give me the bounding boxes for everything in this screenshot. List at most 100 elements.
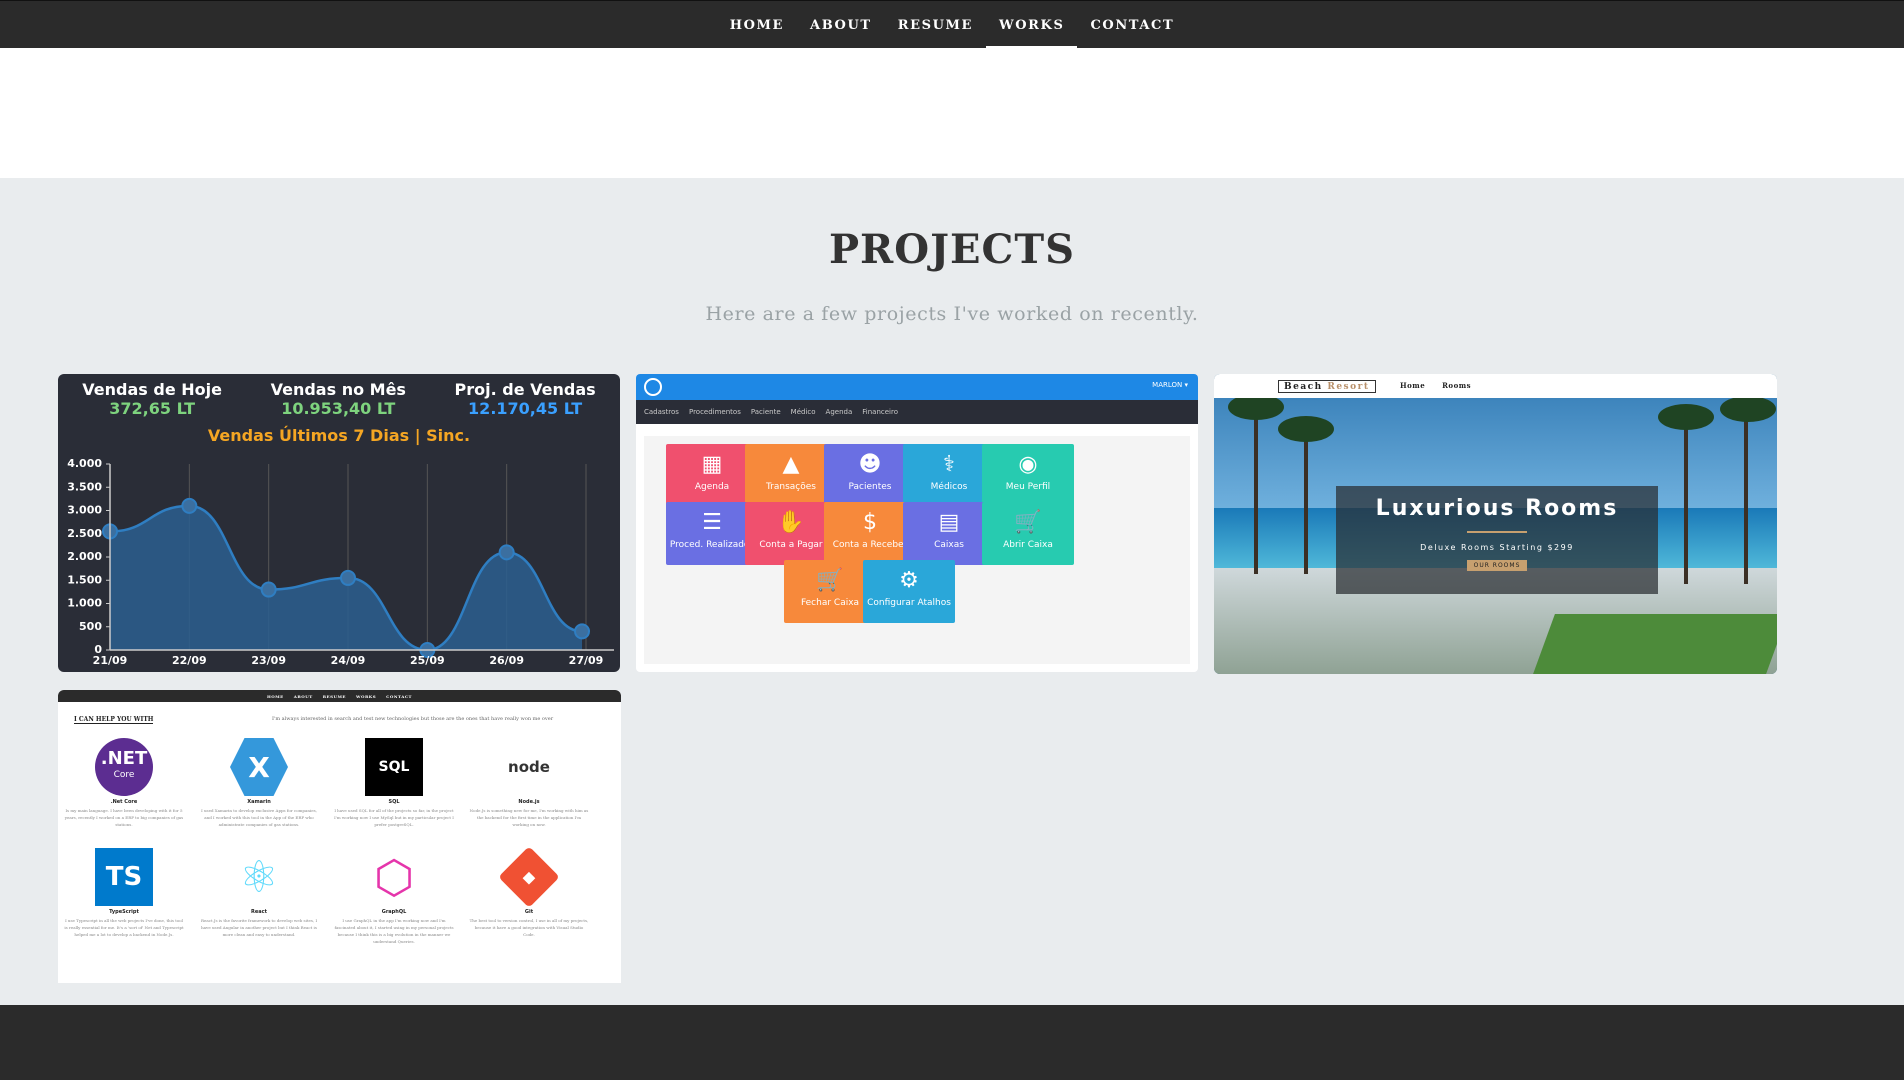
skill-name: Git [524,909,534,915]
skill-logo-text: TS [105,862,143,892]
dashboard-stats: Vendas de Hoje 372,65 LT Vendas no Mês 1… [58,380,620,418]
page-footer [0,1005,1904,1080]
skill-description: I have used SQL for all of the projects … [334,808,454,827]
x-tick-label: 21/09 [93,654,128,667]
stat-today: Vendas de Hoje 372,65 LT [82,380,222,418]
cart-icon: 🛒 [1014,510,1042,535]
git-icon: ◆ [498,846,560,908]
nav-item-home[interactable]: HOME [717,1,797,49]
skill-logo-text: SQL [378,759,410,775]
skill-item: SQL SQL I have used SQL for all of the pro… [334,738,454,828]
nav-link[interactable]: WORKS [999,18,1064,33]
admin-menu-item: Paciente [750,408,781,416]
hero-divider [1467,531,1527,533]
skill-item: .NET Core .Net Core Is my main language. I … [64,738,184,828]
skills-menu-item: RESUME [322,693,346,699]
y-tick-label: 3.000 [67,504,102,517]
admin-menu-item: Cadastros [644,408,679,416]
skill-name: TypeScript [109,909,139,915]
admin-topbar: MARLON ▾ [636,374,1198,400]
skill-item: TS TypeScript I use Typescript in all the … [64,848,184,938]
admin-user-menu: MARLON ▾ [1152,381,1188,389]
nav-item-resume[interactable]: RESUME [885,1,986,49]
palm-tree [1684,414,1688,584]
project-card-clinic-admin[interactable]: MARLON ▾ Cadastros Procedimentos Paciente M… [636,374,1198,672]
skill-description: I use GraphQL in the app I'm working now… [334,918,454,944]
nav-link[interactable]: CONTACT [1090,18,1174,33]
data-point [181,497,198,514]
admin-logo-icon [644,378,662,396]
resort-logo: Beach Resort [1278,380,1376,393]
y-tick-label: 500 [79,620,102,633]
header-spacer [0,48,1904,178]
data-point [498,544,515,561]
skills-menubar: HOME ABOUT RESUME WORKS CONTACT [58,690,621,702]
x-tick-label: 24/09 [331,654,366,667]
admin-menu-item: Procedimentos [688,408,741,416]
resort-header: Beach Resort Home Rooms [1214,374,1777,398]
skill-logo-text: ⚛ [239,851,279,903]
project-card-beach-resort[interactable]: Beach Resort Home Rooms Luxurious Rooms … [1214,374,1777,674]
y-tick-label: 2.500 [67,527,102,540]
skill-item: ⚛ React React.Js is the favorite framework… [199,848,319,938]
project-card-sales-dashboard[interactable]: Vendas de Hoje 372,65 LT Vendas no Mês 1… [58,374,620,672]
hero-grass [1533,614,1777,674]
nav-link[interactable]: RESUME [898,18,973,33]
x-tick-label: 27/09 [569,654,604,667]
admin-tile-label: Abrir Caixa [1003,540,1053,550]
stat-label: Vendas de Hoje [82,380,222,399]
y-tick-label: 4.000 [67,457,102,470]
stat-value: 372,65 LT [109,399,196,418]
typescript-icon: TS [95,848,153,906]
skill-description: Is my main language. I have been develop… [64,808,184,827]
skill-name: React [251,909,267,915]
admin-tile: ⚙ Configurar Atalhos [863,560,955,623]
hero-heading: Luxurious Rooms [1375,496,1619,521]
project-card-portfolio-skills[interactable]: HOME ABOUT RESUME WORKS CONTACT I CAN HELP Y… [58,690,621,983]
x-tick-label: 23/09 [251,654,286,667]
skill-name: Node.js [518,799,540,805]
xamarin-icon: X [230,738,288,796]
y-tick-label: 1.000 [67,597,102,610]
react-icon: ⚛ [230,848,288,906]
stat-label: Proj. de Vendas [454,380,596,399]
skills-menu-item: WORKS [355,693,377,699]
graphql-icon: ⬡ [365,848,423,906]
admin-tiles-panel: ▦ Agenda ▲ Transações ☻ Pacientes ⚕ Médicos ◉ Meu… [644,436,1190,664]
data-point [574,623,591,640]
admin-menu-item: Agenda [825,408,853,416]
nav-item-works[interactable]: WORKS [986,1,1078,49]
data-point [260,581,277,598]
nav-list: HOME ABOUT RESUME WORKS CONTACT [0,1,1904,49]
skill-name: Xamarin [247,799,271,805]
admin-menu-item: Financeiro [862,408,898,416]
admin-menu-item: Médico [790,408,816,416]
skills-heading: I CAN HELP YOU WITH [74,716,154,724]
skill-logo-text: X [248,750,270,784]
hero-subheading: Deluxe Rooms Starting $299 [1420,543,1574,552]
admin-menubar: Cadastros Procedimentos Paciente Médico Agen… [636,400,1198,424]
stat-label: Vendas no Mês [270,380,406,399]
x-tick-label: 25/09 [410,654,445,667]
palm-tree [1304,424,1308,574]
skill-logo-text: ◆ [522,867,536,887]
nav-link[interactable]: HOME [730,18,784,33]
nav-link[interactable]: ABOUT [810,18,872,33]
skill-description: I use Typescript in all the web projects… [64,918,184,937]
palm-leaves [1658,404,1714,430]
palm-tree [1254,404,1258,574]
palm-tree [1744,404,1748,584]
admin-tile: ◉ Meu Perfil [982,444,1074,507]
nav-item-about[interactable]: ABOUT [797,1,885,49]
skill-description: I used Xamarin to develop exclusive Apps… [201,808,317,827]
palm-leaves [1720,396,1776,422]
skill-description: Node.Js is something new for me, I'm wor… [469,808,589,827]
brand-word-2: Resort [1327,382,1370,392]
stat-month: Vendas no Mês 10.953,40 LT [271,380,406,418]
nav-item-contact[interactable]: CONTACT [1077,1,1187,49]
admin-tile-label: Configurar Atalhos [867,598,951,608]
admin-tile-label: Meu Perfil [1005,482,1051,492]
stat-projection: Proj. de Vendas 12.170,45 LT [455,380,596,418]
skills-intro: I'm always interested in search and test… [272,716,554,722]
profile-icon: ◉ [1018,452,1038,477]
